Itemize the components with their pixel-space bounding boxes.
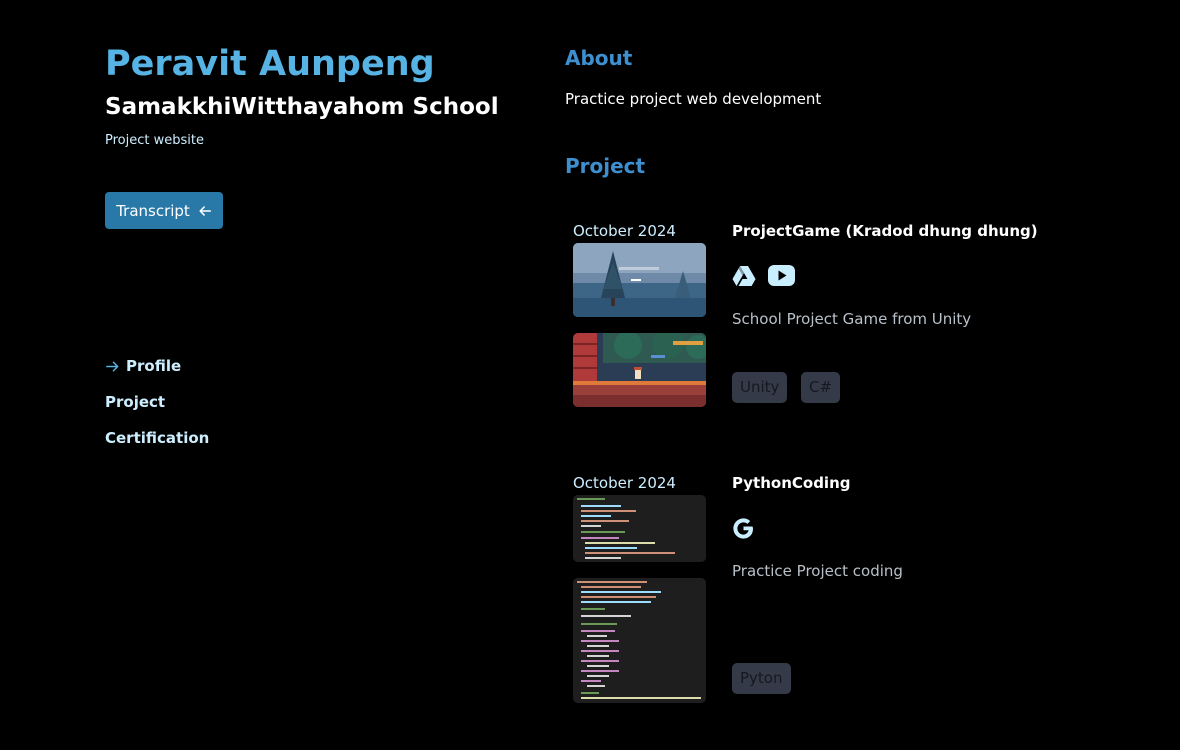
tag-badge: Unity [732, 372, 788, 403]
transcript-button-label: Transcript [116, 201, 190, 220]
project-date: October 2024 [573, 222, 676, 240]
project-description: Practice Project coding [732, 562, 903, 580]
project-title: PythonCoding [732, 474, 851, 492]
nav-item-label: Project [105, 393, 166, 411]
side-nav: Profile Project Certification [105, 356, 209, 464]
project-description: School Project Game from Unity [732, 310, 972, 328]
code-screenshot-image [573, 495, 706, 562]
google-icon[interactable] [731, 516, 756, 545]
arrow-left-icon [199, 205, 211, 216]
project-title: ProjectGame (Kradod dhung dhung) [732, 222, 1038, 240]
nav-item-label: Profile [126, 357, 182, 375]
nav-item-profile[interactable]: Profile [105, 356, 209, 376]
about-text: Practice project web development [565, 90, 822, 108]
project-thumbnail-level[interactable] [573, 333, 706, 407]
nav-item-label: Certification [105, 429, 210, 447]
project-date: October 2024 [573, 474, 676, 492]
nav-item-certification[interactable]: Certification [105, 428, 209, 448]
transcript-button[interactable]: Transcript [105, 192, 223, 229]
nav-item-project[interactable]: Project [105, 392, 209, 412]
tag-badge: Pyton [732, 663, 791, 694]
platformer-scene-image [573, 333, 706, 407]
tag-badge: C# [801, 372, 841, 403]
forest-scene-image [573, 243, 706, 317]
tag-label: Unity [740, 378, 780, 396]
profile-name: Peravit Aunpeng [105, 44, 435, 84]
google-drive-icon[interactable] [732, 265, 756, 291]
about-heading: About [565, 46, 633, 70]
project-heading: Project [565, 154, 646, 178]
profile-tagline: Project website [105, 133, 204, 148]
tag-label: C# [809, 378, 833, 396]
tag-label: Pyton [740, 669, 783, 687]
arrow-right-icon [106, 361, 119, 371]
youtube-icon[interactable] [768, 265, 795, 290]
profile-school: SamakkhiWitthayahom School [105, 94, 499, 120]
project-thumbnail-code[interactable] [573, 578, 706, 703]
project-thumbnail-forest[interactable] [573, 243, 706, 317]
project-thumbnail-code[interactable] [573, 495, 706, 562]
code-screenshot-image [573, 578, 706, 703]
